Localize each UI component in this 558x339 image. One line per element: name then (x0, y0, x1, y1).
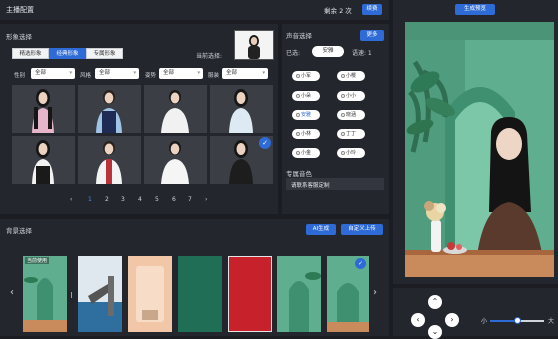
scroll-right-icon[interactable]: › (373, 287, 377, 298)
page-6[interactable]: 6 (172, 196, 176, 203)
play-icon (296, 113, 300, 117)
filter-gender-value: 全部 (35, 70, 47, 76)
selected-check-icon: ✓ (355, 258, 366, 269)
page-title: 主播配置 (6, 6, 34, 14)
current-selection-thumbnail (234, 30, 274, 60)
scroll-left-icon[interactable]: ‹ (10, 287, 14, 298)
chevron-down-icon: ▾ (69, 70, 72, 76)
filter-gender-select[interactable]: 全部 ▾ (31, 68, 75, 79)
avatar-card[interactable] (12, 85, 75, 133)
voice-option[interactable]: 小玲 (337, 148, 365, 158)
play-icon (296, 74, 300, 78)
play-icon (341, 132, 345, 136)
filter-outfit-select[interactable]: 全部 ▾ (222, 68, 268, 79)
page-2[interactable]: 2 (105, 196, 109, 203)
filter-gender-label: 性别 (14, 73, 26, 79)
selected-check-icon: ✓ (259, 137, 271, 149)
next-page-icon[interactable]: › (205, 196, 207, 203)
avatar-card[interactable] (144, 85, 207, 133)
avatar-card[interactable] (78, 85, 141, 133)
filter-outfit-label: 服装 (208, 73, 220, 79)
arrow-up-icon[interactable]: ⌃ (428, 295, 442, 309)
voice-option[interactable]: 小军 (292, 71, 320, 81)
filter-pose-select[interactable]: 全部 ▾ (159, 68, 203, 79)
custom-voice-contact[interactable]: 请联系客服定制 (291, 181, 330, 189)
chevron-down-icon: ▾ (262, 70, 265, 76)
avatar-card[interactable] (78, 136, 141, 184)
chevron-down-icon: ▾ (133, 70, 136, 76)
divider-line (71, 292, 72, 298)
custom-upload-button[interactable]: 自定义上传 (341, 224, 383, 235)
voice-option[interactable]: 晓涵 (337, 110, 365, 120)
play-icon (341, 113, 345, 117)
play-icon (341, 74, 345, 78)
play-icon (341, 151, 345, 155)
background-thumbnail[interactable] (78, 256, 122, 332)
chevron-down-icon: ▾ (197, 70, 200, 76)
voice-option[interactable]: 小小 (337, 91, 365, 101)
voice-speed: 语速: 1 (352, 50, 372, 57)
voice-selected-pill[interactable]: 安雅 (312, 46, 344, 57)
filter-style-value: 全部 (99, 70, 111, 76)
arrow-left-icon[interactable]: ‹ (411, 313, 425, 327)
voice-more-button[interactable]: 更多 (360, 30, 384, 41)
filter-style-select[interactable]: 全部 ▾ (95, 68, 139, 79)
play-icon (296, 132, 300, 136)
size-slider-track[interactable] (490, 317, 544, 324)
tab-exclusive[interactable]: 专属形象 (86, 48, 123, 59)
prev-page-icon[interactable]: ‹ (70, 196, 72, 203)
image-select-title: 形象选择 (6, 33, 32, 41)
voice-selected-label: 已选: (286, 50, 301, 57)
custom-voice-box: 请联系客服定制 (286, 178, 384, 190)
background-title: 背景选择 (6, 227, 32, 235)
voice-selected-value: 安雅 (322, 48, 334, 54)
arrow-right-icon[interactable]: › (445, 313, 459, 327)
background-thumbnail[interactable] (277, 256, 321, 332)
play-icon (296, 151, 300, 155)
background-thumbnail-current[interactable] (23, 256, 67, 332)
page-7[interactable]: 7 (188, 196, 192, 203)
filter-pose-value: 全部 (163, 70, 175, 76)
page-1[interactable]: 1 (88, 196, 92, 203)
size-small-label: 小 (481, 318, 488, 325)
voice-option[interactable]: 小金 (292, 148, 320, 158)
background-thumbnail[interactable] (128, 256, 172, 332)
tab-featured[interactable]: 精选形象 (12, 48, 49, 59)
background-thumbnail[interactable] (178, 256, 222, 332)
page-5[interactable]: 5 (155, 196, 159, 203)
play-icon (296, 94, 300, 98)
current-background-tag: 当前使用 (25, 257, 50, 264)
voice-option-selected[interactable]: 安雅 (292, 110, 320, 120)
voice-option[interactable]: 小樱 (337, 71, 365, 81)
avatar-card[interactable] (12, 136, 75, 184)
play-icon (341, 94, 345, 98)
filter-pose-label: 姿势 (145, 73, 157, 79)
preview-image (405, 22, 554, 277)
renew-button[interactable]: 续费 (362, 4, 382, 15)
size-slider-fill (490, 320, 517, 322)
current-selection-label: 当前选择: (196, 53, 223, 60)
background-thumbnail[interactable] (228, 256, 272, 332)
voice-option[interactable]: 小朵 (292, 91, 320, 101)
voice-option[interactable]: 小林 (292, 129, 320, 139)
filter-style-label: 风格 (80, 73, 92, 79)
page-4[interactable]: 4 (138, 196, 142, 203)
remaining-count: 剩余 2 次 (324, 7, 352, 15)
generate-preview-button[interactable]: 生成预览 (455, 4, 495, 15)
ai-generate-button[interactable]: AI生成 (306, 224, 336, 235)
page-3[interactable]: 3 (121, 196, 125, 203)
tab-classic[interactable]: 经典形象 (49, 48, 86, 59)
custom-voice-title: 专属音色 (286, 170, 312, 178)
filter-outfit-value: 全部 (226, 70, 238, 76)
avatar-card[interactable] (210, 85, 273, 133)
voice-title: 声音选择 (286, 32, 312, 40)
size-large-label: 大 (548, 318, 555, 325)
avatar-card[interactable] (144, 136, 207, 184)
size-slider-handle[interactable] (513, 317, 521, 324)
controls-panel (393, 288, 558, 336)
arrow-down-icon[interactable]: ⌄ (428, 325, 442, 339)
voice-option[interactable]: 丁丁 (337, 129, 365, 139)
